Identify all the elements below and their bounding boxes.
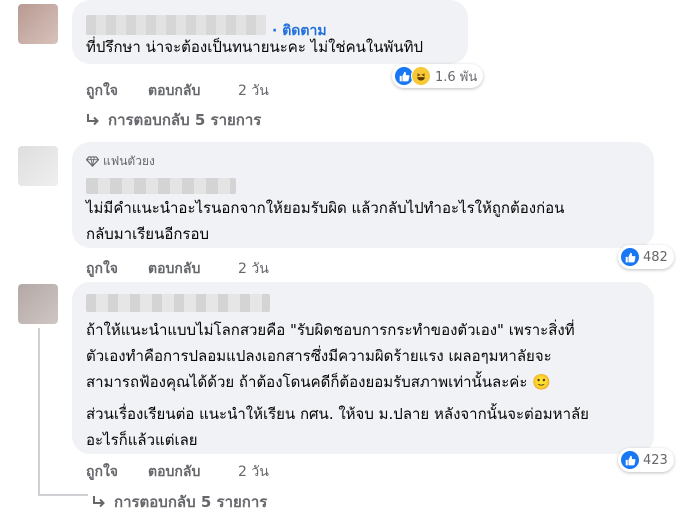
fan-badge-label: แฟนตัวยง xyxy=(103,154,155,168)
timestamp[interactable]: 2 วัน xyxy=(238,258,269,280)
avatar[interactable] xyxy=(18,284,58,324)
comment-text-line-3: สามารถฟ้องคุณได้ด้วย ถ้าต้องโดนคดีก็ต้อง… xyxy=(86,373,551,391)
like-icon xyxy=(621,248,639,266)
reaction-summary[interactable]: 1.6 พัน xyxy=(392,64,484,88)
view-replies-link[interactable]: การตอบกลับ 5 รายการ xyxy=(86,108,261,132)
timestamp[interactable]: 2 วัน xyxy=(238,80,269,102)
reply-arrow-icon xyxy=(93,496,105,508)
reaction-summary[interactable]: 482 xyxy=(618,245,674,269)
comment-text-line-2: กลับมาเรียนอีกรอบ xyxy=(86,225,210,243)
avatar[interactable] xyxy=(18,146,58,186)
view-replies-link[interactable]: การตอบกลับ 5 รายการ xyxy=(92,490,267,514)
reaction-summary[interactable]: 423 xyxy=(618,448,674,472)
comment-text-line-1: ไม่มีคำแนะนำอะไรนอกจากให้ยอมรับผิด แล้วก… xyxy=(86,199,565,217)
comment-text-line-2: ตัวเองทำคือการปลอมแปลงเอกสารซึ่งมีความผิ… xyxy=(86,347,552,365)
reply-button[interactable]: ตอบกลับ xyxy=(148,80,200,102)
reply-arrow-icon xyxy=(87,114,99,126)
author-name-redacted[interactable] xyxy=(86,15,266,35)
like-button[interactable]: ถูกใจ xyxy=(86,80,118,102)
reaction-count: 482 xyxy=(643,249,668,265)
reaction-count: 1.6 พัน xyxy=(435,69,478,85)
fan-badge[interactable]: แฟนตัวยง xyxy=(86,152,155,171)
like-icon xyxy=(621,451,639,469)
author-name-redacted[interactable] xyxy=(86,178,236,194)
reaction-count: 423 xyxy=(643,452,668,468)
avatar[interactable] xyxy=(18,4,58,44)
like-button[interactable]: ถูกใจ xyxy=(86,461,118,483)
thread-line-branch xyxy=(38,494,88,496)
comment-text-line-1: ถ้าให้แนะนำแบบไม่โลกสวยคือ "รับผิดชอบการ… xyxy=(86,321,575,339)
comment-text-line-4: ส่วนเรื่องเรียนต่อ แนะนำให้เรียน กศน. ให… xyxy=(86,405,589,423)
reply-button[interactable]: ตอบกลับ xyxy=(148,461,200,483)
reply-button[interactable]: ตอบกลับ xyxy=(148,258,200,280)
replies-count-label: การตอบกลับ 5 รายการ xyxy=(108,111,262,129)
comment-text: ที่ปรึกษา น่าจะต้องเป็นทนายนะคะ ไม่ใช่คน… xyxy=(86,38,424,56)
comment-text-line-5: อะไรก็แล้วแต่เลย xyxy=(86,431,198,449)
haha-icon xyxy=(411,66,431,86)
thread-line xyxy=(38,328,40,494)
replies-count-label: การตอบกลับ 5 รายการ xyxy=(114,493,268,511)
timestamp[interactable]: 2 วัน xyxy=(238,461,269,483)
like-button[interactable]: ถูกใจ xyxy=(86,258,118,280)
author-name-redacted[interactable] xyxy=(86,294,270,312)
diamond-icon xyxy=(86,156,99,167)
